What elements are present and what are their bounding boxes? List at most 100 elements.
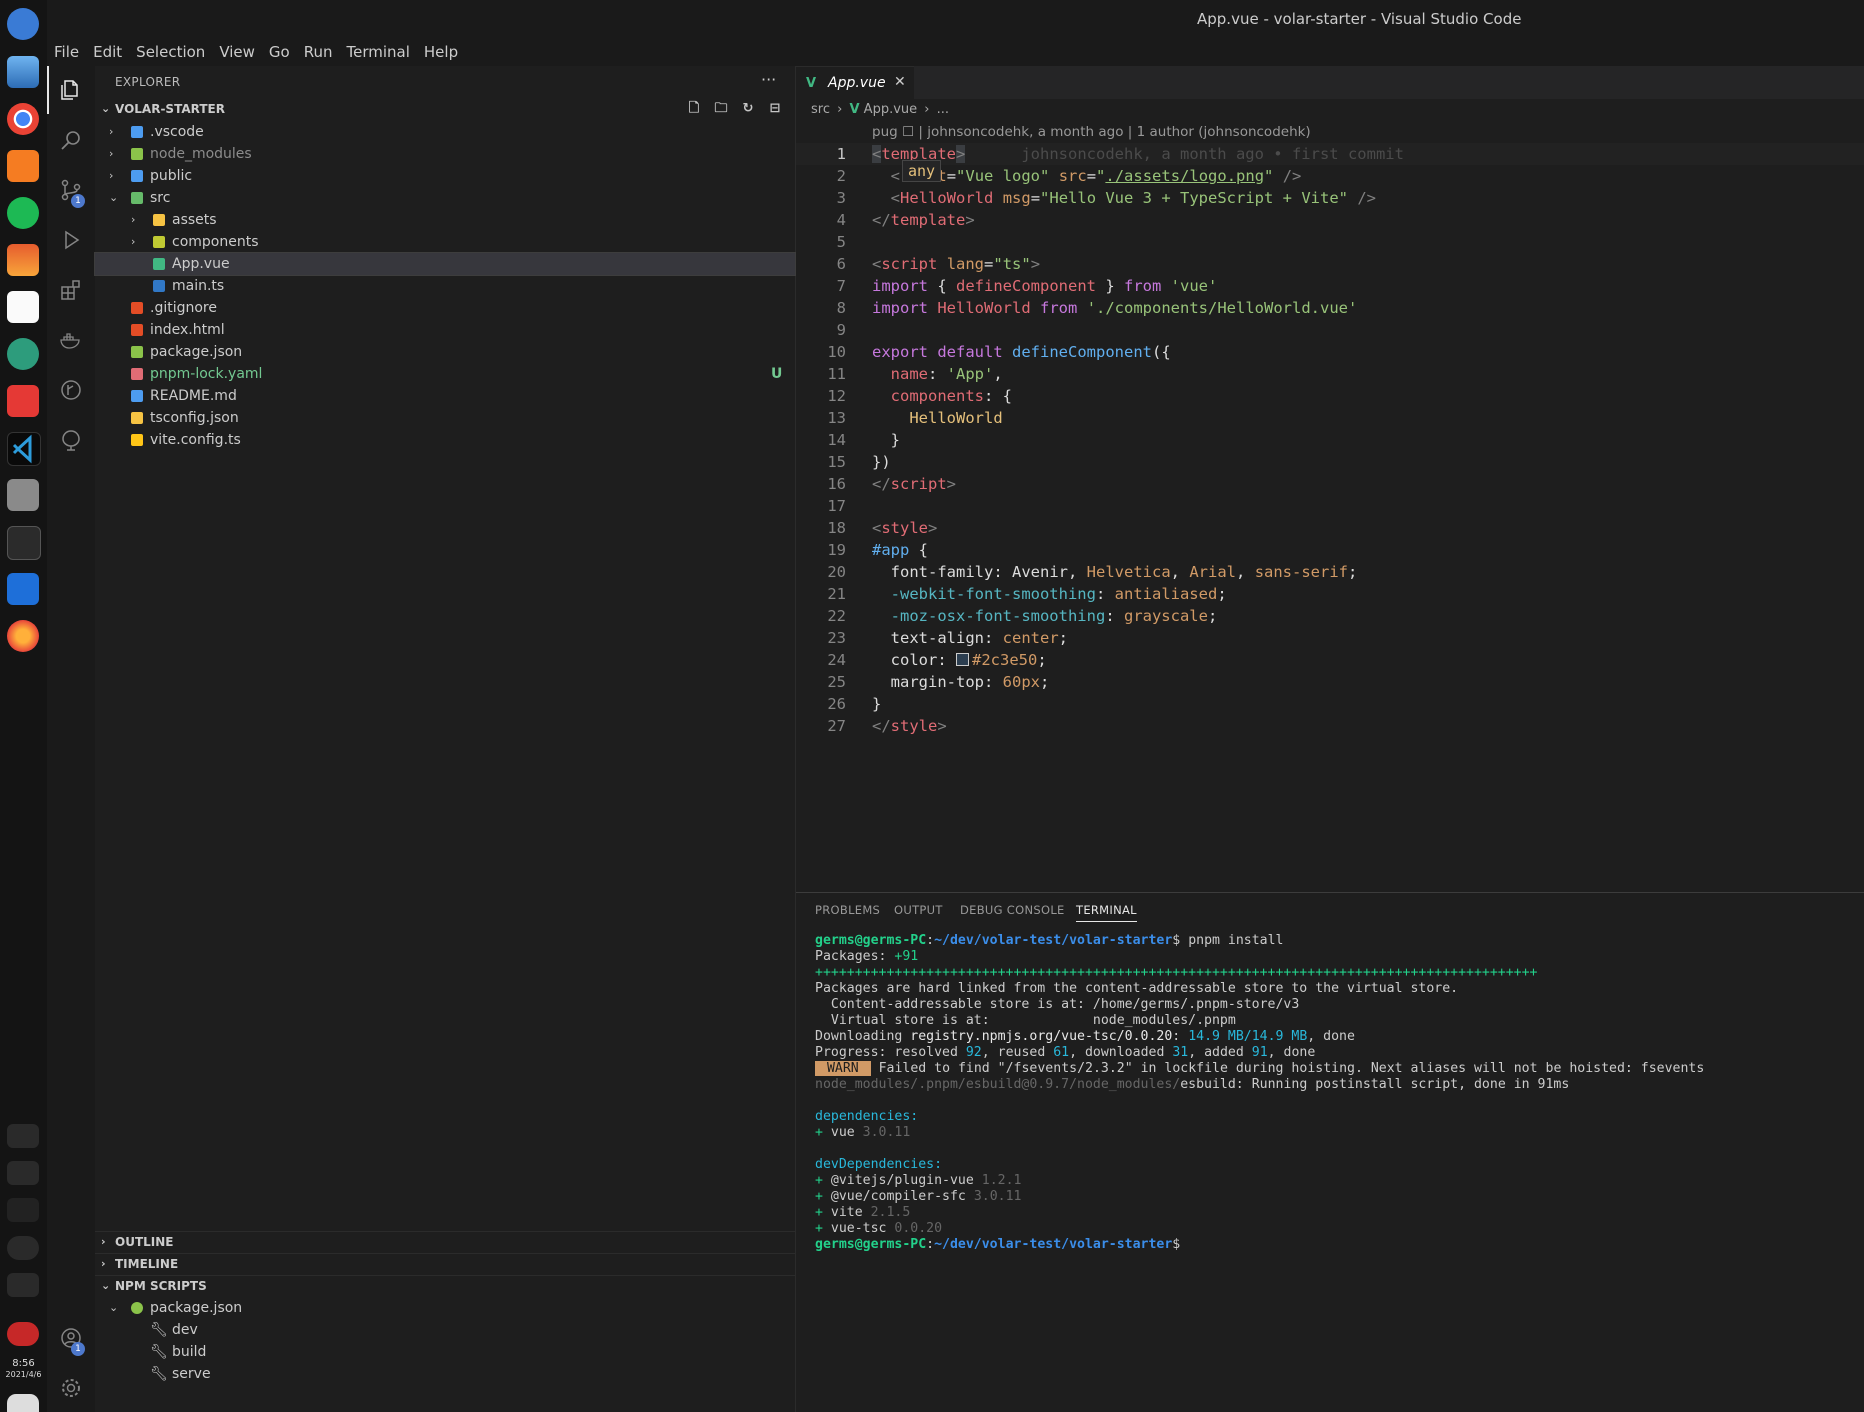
menu-selection[interactable]: Selection bbox=[129, 38, 212, 61]
power-icon[interactable] bbox=[7, 1322, 39, 1346]
file-index-html[interactable]: index.html bbox=[95, 319, 795, 341]
tray-expand-icon[interactable] bbox=[7, 1273, 39, 1297]
npm-scripts-section[interactable]: ⌄ NPM SCRIPTS bbox=[95, 1275, 795, 1298]
search-icon[interactable] bbox=[59, 128, 83, 152]
refresh-icon[interactable]: ↻ bbox=[738, 101, 758, 116]
close-icon[interactable]: ✕ bbox=[894, 74, 906, 90]
active-indicator bbox=[47, 66, 49, 114]
tab-app-vue[interactable]: V App.vue ✕ bbox=[796, 66, 914, 100]
file-readme-md[interactable]: README.md bbox=[95, 385, 795, 407]
new-file-icon[interactable]: 🗋 bbox=[684, 99, 704, 121]
usb-icon[interactable] bbox=[7, 1161, 39, 1185]
terminal[interactable]: germs@germs-PC:~/dev/volar-test/volar-st… bbox=[815, 933, 1864, 1253]
folder-icon bbox=[131, 192, 143, 204]
file-manager-icon[interactable] bbox=[7, 479, 39, 511]
npm-script-build[interactable]: 🔧︎ build bbox=[95, 1341, 795, 1363]
breadcrumb-file[interactable]: App.vue bbox=[864, 102, 917, 117]
terminal-line: + @vue/compiler-sfc 3.0.11 bbox=[815, 1189, 1022, 1204]
clock[interactable]: 8:56 2021/4/6 bbox=[0, 1358, 47, 1380]
breadcrumb-symbol[interactable]: ... bbox=[937, 102, 949, 117]
menu-help[interactable]: Help bbox=[417, 38, 465, 61]
git-status-badge: U bbox=[771, 366, 783, 382]
file-pnpm-lock-yaml[interactable]: pnpm-lock.yaml U bbox=[95, 363, 795, 385]
tab-problems[interactable]: PROBLEMS bbox=[815, 903, 880, 917]
calendar-icon[interactable] bbox=[7, 291, 39, 323]
tab-terminal[interactable]: TERMINAL bbox=[1076, 903, 1137, 922]
folder-components[interactable]: › components bbox=[95, 231, 795, 253]
gear-icon[interactable] bbox=[59, 1376, 83, 1400]
more-actions-icon[interactable]: ··· bbox=[761, 70, 776, 89]
root-folder-header[interactable]: ⌄ VOLAR-STARTER 🗋 🗀 ↻ ⊟ bbox=[95, 99, 795, 121]
menu-run[interactable]: Run bbox=[297, 38, 340, 61]
folder-public[interactable]: › public bbox=[95, 165, 795, 187]
outline-section[interactable]: › OUTLINE bbox=[95, 1231, 795, 1254]
git-graph-icon[interactable] bbox=[59, 378, 83, 402]
new-folder-icon[interactable]: 🗀 bbox=[711, 99, 731, 121]
color-swatch[interactable] bbox=[956, 653, 969, 666]
code-line: 24 color: #2c3e50; bbox=[827, 651, 1047, 669]
firefox-icon[interactable] bbox=[7, 620, 39, 652]
tab-output[interactable]: OUTPUT bbox=[894, 903, 943, 917]
file-tsconfig-json[interactable]: tsconfig.json bbox=[95, 407, 795, 429]
terminal-line: Content-addressable store is at: /home/g… bbox=[815, 997, 1300, 1012]
chrome-icon[interactable] bbox=[7, 103, 39, 135]
title-bar: App.vue - volar-starter - Visual Studio … bbox=[47, 0, 1864, 38]
collapse-all-icon[interactable]: ⊟ bbox=[765, 101, 785, 116]
menu-view[interactable]: View bbox=[212, 38, 262, 61]
vue-file-icon: V bbox=[849, 102, 860, 117]
folder-vscode[interactable]: › .vscode bbox=[95, 121, 795, 143]
code-line: 12 components: { bbox=[827, 387, 1012, 405]
breadcrumb-folder[interactable]: src bbox=[811, 102, 830, 117]
extensions-icon[interactable] bbox=[59, 278, 83, 302]
menu-file[interactable]: File bbox=[47, 38, 86, 61]
code-line: 13 HelloWorld bbox=[827, 409, 1003, 427]
file-package-json[interactable]: package.json bbox=[95, 341, 795, 363]
timeline-section[interactable]: › TIMELINE bbox=[95, 1253, 795, 1276]
terminal-icon[interactable] bbox=[7, 526, 41, 560]
vscode-icon[interactable] bbox=[7, 432, 41, 466]
folder-assets[interactable]: › assets bbox=[95, 209, 795, 231]
video-icon[interactable] bbox=[7, 573, 39, 605]
keyboard-icon[interactable] bbox=[7, 1124, 39, 1148]
file-vite-config-ts[interactable]: vite.config.ts bbox=[95, 429, 795, 451]
chevron-right-icon: › bbox=[131, 235, 136, 248]
terminal-line: Packages are hard linked from the conten… bbox=[815, 981, 1459, 996]
package-json-icon bbox=[131, 1302, 143, 1314]
code-line: 1 <template> johnsoncodehk, a month ago •… bbox=[796, 143, 1864, 165]
codelens[interactable]: pug ☐ | johnsoncodehk, a month ago | 1 a… bbox=[872, 124, 1311, 140]
code-line: 21 -webkit-font-smoothing: antialiased; bbox=[827, 585, 1227, 603]
folder-node-modules[interactable]: › node_modules bbox=[95, 143, 795, 165]
code-line: 9 bbox=[836, 321, 846, 339]
docker-icon[interactable] bbox=[59, 328, 83, 352]
terminal-line: node_modules/.pnpm/esbuild@0.9.7/node_mo… bbox=[815, 1077, 1570, 1092]
npm-script-dev[interactable]: 🔧︎ dev bbox=[95, 1319, 795, 1341]
desktop-icon[interactable] bbox=[7, 56, 39, 88]
music-icon[interactable] bbox=[7, 197, 39, 229]
run-debug-icon[interactable] bbox=[59, 228, 83, 252]
remote-explorer-icon[interactable] bbox=[59, 428, 83, 452]
hover-tooltip: any bbox=[902, 160, 942, 182]
photos-icon[interactable] bbox=[7, 244, 39, 276]
settings-icon[interactable] bbox=[7, 338, 39, 370]
wifi-icon[interactable] bbox=[7, 1236, 39, 1260]
menu-terminal[interactable]: Terminal bbox=[340, 38, 417, 61]
npm-script-serve[interactable]: 🔧︎ serve bbox=[95, 1363, 795, 1385]
folder-src[interactable]: ⌄ src bbox=[95, 187, 795, 209]
tab-debug-console[interactable]: DEBUG CONSOLE bbox=[960, 903, 1065, 917]
npm-package-json[interactable]: ⌄ package.json bbox=[95, 1297, 795, 1319]
file-app-vue[interactable]: App.vue bbox=[94, 252, 796, 276]
explorer-icon[interactable] bbox=[59, 78, 83, 102]
code-line: 26} bbox=[827, 695, 882, 713]
file-gitignore[interactable]: .gitignore bbox=[95, 297, 795, 319]
file-main-ts[interactable]: main.ts bbox=[95, 275, 795, 297]
app-store-icon[interactable] bbox=[7, 150, 39, 182]
menu-edit[interactable]: Edit bbox=[86, 38, 129, 61]
launcher-icon[interactable] bbox=[7, 8, 39, 40]
code-line: 14 } bbox=[827, 431, 901, 449]
volume-icon[interactable] bbox=[7, 1198, 39, 1222]
terminal-line: dependencies: bbox=[815, 1109, 919, 1124]
chevron-right-icon: › bbox=[101, 1235, 106, 1248]
notification-icon[interactable] bbox=[7, 1394, 39, 1412]
screen-recorder-icon[interactable] bbox=[7, 385, 39, 417]
menu-go[interactable]: Go bbox=[262, 38, 297, 61]
